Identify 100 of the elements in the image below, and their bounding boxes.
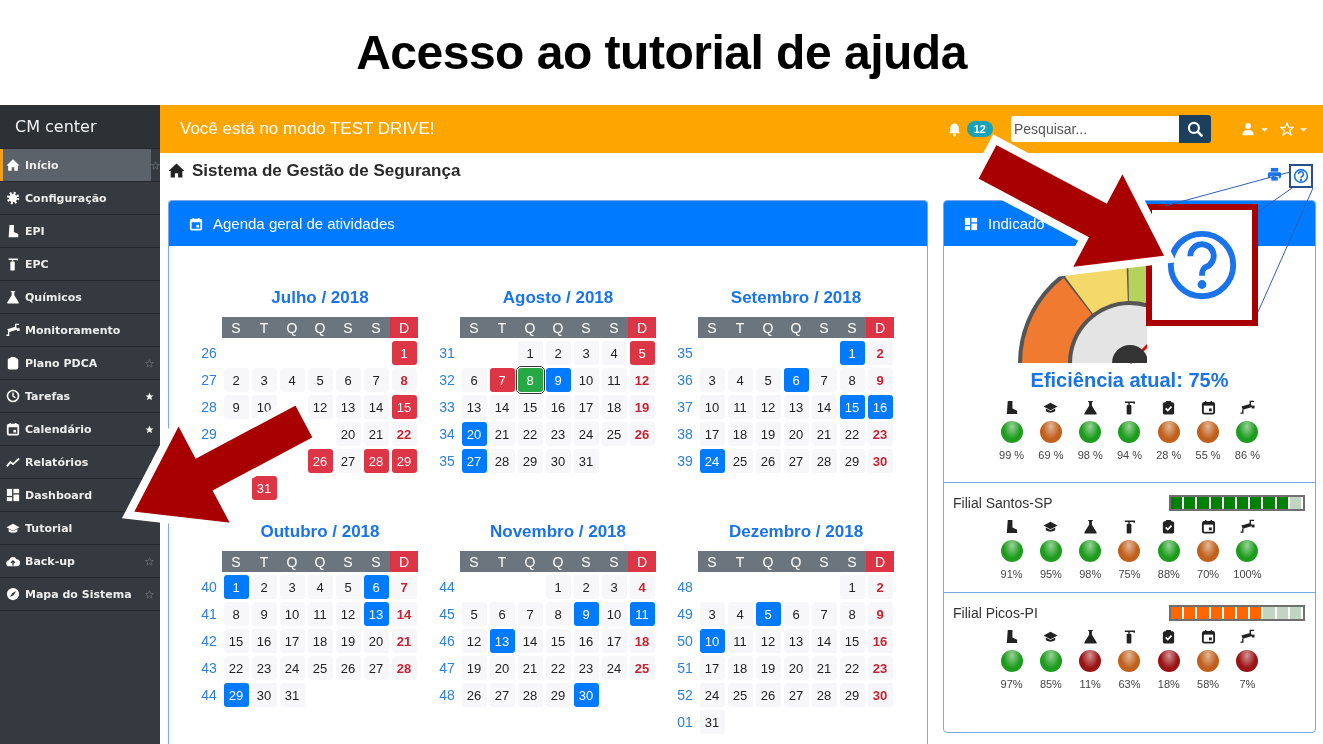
calendar-day[interactable]: 11 xyxy=(727,629,753,653)
sidebar-item[interactable]: Back-up xyxy=(0,545,79,577)
calendar-day[interactable]: 5 xyxy=(307,368,333,392)
calendar-day[interactable]: 1 xyxy=(223,575,249,599)
calendar-day[interactable]: 14 xyxy=(363,395,389,419)
calendar-day[interactable]: 20 xyxy=(363,629,389,653)
calendar-day[interactable]: 26 xyxy=(755,449,781,473)
calendar-day[interactable]: 2 xyxy=(867,575,893,599)
calendar-day[interactable]: 28 xyxy=(811,683,837,707)
calendar-day[interactable]: 15 xyxy=(391,395,417,419)
calendar-day[interactable]: 3 xyxy=(601,575,627,599)
calendar-day[interactable]: 11 xyxy=(307,602,333,626)
calendar-day[interactable]: 8 xyxy=(545,602,571,626)
calendar-day[interactable]: 17 xyxy=(699,422,725,446)
calendar-day[interactable]: 28 xyxy=(489,449,515,473)
calendar-day[interactable]: 22 xyxy=(223,656,249,680)
calendar-day[interactable]: 6 xyxy=(783,602,809,626)
calendar-day[interactable]: 26 xyxy=(335,656,361,680)
calendar-day[interactable]: 7 xyxy=(517,602,543,626)
calendar-day[interactable]: 12 xyxy=(629,368,655,392)
calendar-day[interactable]: 6 xyxy=(461,368,487,392)
calendar-day[interactable]: 13 xyxy=(783,395,809,419)
calendar-day[interactable]: 15 xyxy=(517,395,543,419)
calendar-day[interactable]: 7 xyxy=(363,368,389,392)
calendar-day[interactable]: 20 xyxy=(335,422,361,446)
calendar-day[interactable]: 27 xyxy=(461,449,487,473)
calendar-day[interactable]: 13 xyxy=(363,602,389,626)
calendar-day[interactable]: 21 xyxy=(517,656,543,680)
calendar-day[interactable]: 20 xyxy=(783,422,809,446)
calendar-day[interactable]: 4 xyxy=(629,575,655,599)
calendar-day[interactable]: 3 xyxy=(279,575,305,599)
star-icon[interactable] xyxy=(145,358,154,368)
calendar-day[interactable]: 1 xyxy=(517,341,543,365)
sidebar-item[interactable]: Configuração xyxy=(0,182,111,214)
calendar-day[interactable]: 9 xyxy=(545,368,571,392)
calendar-day[interactable]: 20 xyxy=(489,656,515,680)
calendar-day[interactable]: 12 xyxy=(755,629,781,653)
calendar-day[interactable]: 31 xyxy=(699,710,725,734)
sidebar-item[interactable]: Monitoramento xyxy=(0,314,125,346)
sidebar-item[interactable]: Dashboard xyxy=(0,479,97,511)
calendar-day[interactable]: 3 xyxy=(573,341,599,365)
calendar-day[interactable]: 18 xyxy=(601,395,627,419)
calendar-day[interactable]: 29 xyxy=(839,449,865,473)
calendar-day[interactable]: 14 xyxy=(811,629,837,653)
calendar-day[interactable]: 26 xyxy=(307,449,333,473)
calendar-day[interactable]: 11 xyxy=(601,368,627,392)
calendar-day[interactable]: 4 xyxy=(727,602,753,626)
calendar-day[interactable]: 30 xyxy=(867,683,893,707)
calendar-day[interactable]: 17 xyxy=(699,656,725,680)
calendar-day[interactable]: 19 xyxy=(629,395,655,419)
calendar-day[interactable]: 29 xyxy=(391,449,417,473)
calendar-day[interactable]: 1 xyxy=(839,341,865,365)
calendar-day[interactable]: 31 xyxy=(573,449,599,473)
calendar-day[interactable]: 14 xyxy=(489,395,515,419)
calendar-day[interactable]: 5 xyxy=(755,602,781,626)
calendar-day[interactable]: 28 xyxy=(363,449,389,473)
calendar-day[interactable]: 4 xyxy=(279,368,305,392)
calendar-day[interactable]: 21 xyxy=(391,629,417,653)
calendar-day[interactable]: 8 xyxy=(839,602,865,626)
calendar-day[interactable]: 23 xyxy=(545,422,571,446)
calendar-day[interactable]: 1 xyxy=(545,575,571,599)
sidebar-item[interactable]: Plano PDCA xyxy=(0,347,102,379)
calendar-day[interactable]: 16 xyxy=(573,629,599,653)
calendar-day[interactable]: 12 xyxy=(335,602,361,626)
calendar-day[interactable]: 24 xyxy=(699,449,725,473)
calendar-day[interactable]: 15 xyxy=(839,629,865,653)
calendar-day[interactable]: 30 xyxy=(251,683,277,707)
calendar-day[interactable]: 8 xyxy=(223,602,249,626)
calendar-day[interactable]: 3 xyxy=(699,602,725,626)
calendar-day[interactable]: 2 xyxy=(223,368,249,392)
calendar-day[interactable]: 15 xyxy=(545,629,571,653)
calendar-day[interactable]: 19 xyxy=(335,629,361,653)
help-button[interactable] xyxy=(1289,164,1313,188)
calendar-day[interactable]: 6 xyxy=(783,368,809,392)
star-icon[interactable] xyxy=(145,556,154,566)
calendar-day[interactable]: 14 xyxy=(811,395,837,419)
calendar-day[interactable]: 17 xyxy=(573,395,599,419)
calendar-day[interactable]: 24 xyxy=(573,422,599,446)
calendar-day[interactable]: 19 xyxy=(755,656,781,680)
calendar-day[interactable]: 25 xyxy=(727,449,753,473)
calendar-day[interactable]: 19 xyxy=(461,656,487,680)
calendar-day[interactable]: 13 xyxy=(489,629,515,653)
sidebar-item[interactable]: EPI xyxy=(0,215,49,247)
calendar-day[interactable]: 23 xyxy=(867,422,893,446)
calendar-day[interactable]: 16 xyxy=(867,395,893,419)
calendar-day[interactable]: 3 xyxy=(251,368,277,392)
calendar-day[interactable]: 14 xyxy=(517,629,543,653)
calendar-day[interactable]: 17 xyxy=(279,629,305,653)
calendar-day[interactable]: 10 xyxy=(699,629,725,653)
calendar-day[interactable]: 10 xyxy=(601,602,627,626)
calendar-day[interactable]: 29 xyxy=(839,683,865,707)
calendar-day[interactable]: 24 xyxy=(699,683,725,707)
calendar-day[interactable]: 5 xyxy=(629,341,655,365)
calendar-day[interactable]: 23 xyxy=(867,656,893,680)
calendar-day[interactable]: 14 xyxy=(391,602,417,626)
calendar-day[interactable]: 26 xyxy=(629,422,655,446)
calendar-day[interactable]: 28 xyxy=(517,683,543,707)
calendar-day[interactable]: 12 xyxy=(755,395,781,419)
calendar-day[interactable]: 24 xyxy=(601,656,627,680)
calendar-day[interactable]: 22 xyxy=(839,656,865,680)
